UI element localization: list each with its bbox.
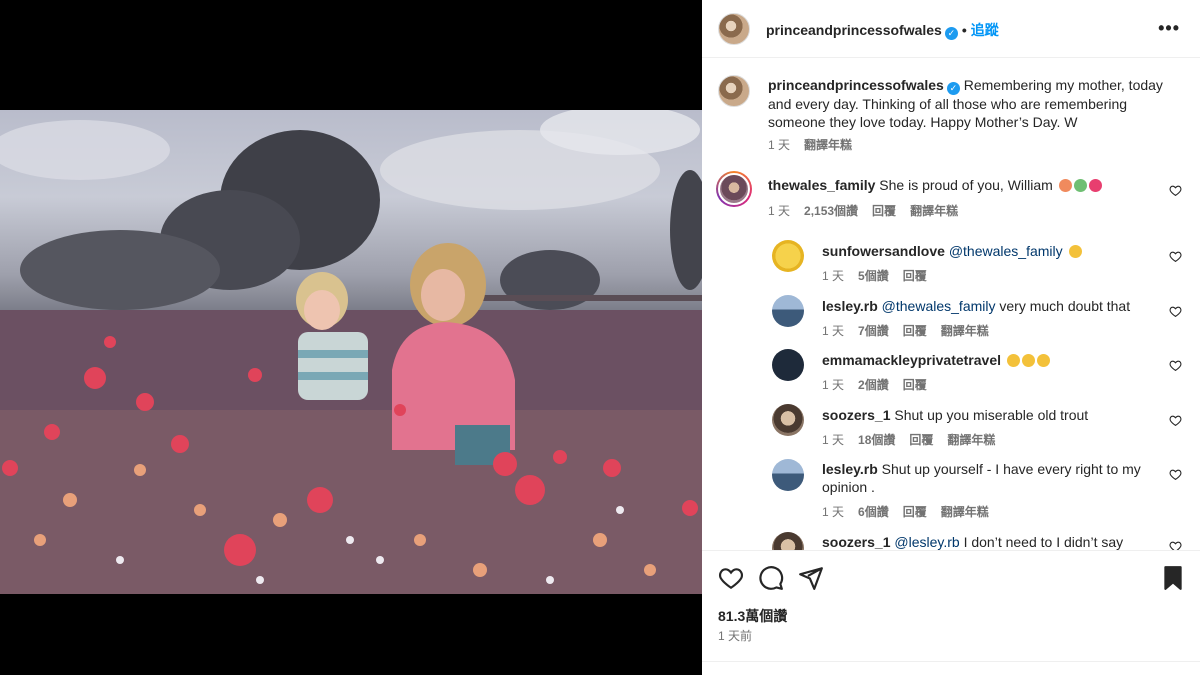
more-options-icon[interactable]: •••	[1158, 18, 1180, 39]
saved-bookmark-icon[interactable]	[1160, 565, 1186, 591]
post-timestamp[interactable]: 1 天前	[718, 627, 752, 644]
comment-item: soozers_1 @lesley.rb I don’t need to I d…	[822, 533, 1162, 550]
comment-mention[interactable]: @lesley.rb	[894, 534, 959, 550]
comment-item: sunfowersandlove @thewales_family	[822, 242, 1152, 260]
likes-count[interactable]: 81.3萬個讚	[718, 606, 787, 626]
like-comment-heart-icon[interactable]	[1169, 305, 1182, 318]
comment-avatar[interactable]	[772, 295, 804, 327]
comment-text: Shut up you miserable old trout	[894, 407, 1089, 423]
comment-username[interactable]: soozers_1	[822, 407, 890, 423]
comment-avatar[interactable]	[716, 171, 752, 207]
comment-meta: 1 天 2個讚 回覆	[822, 376, 941, 393]
comment-likes[interactable]: 7個讚	[858, 324, 889, 338]
translate-link[interactable]: 翻譯年糕	[941, 324, 989, 338]
comment-time[interactable]: 1 天	[822, 505, 844, 519]
comment-avatar[interactable]	[772, 240, 804, 272]
comment-likes[interactable]: 18個讚	[858, 433, 895, 447]
comment-item: thewales_family She is proud of you, Wil…	[768, 176, 1148, 194]
comment-time[interactable]: 1 天	[822, 378, 844, 392]
like-comment-heart-icon[interactable]	[1169, 468, 1182, 481]
comments-list[interactable]: princeandprincessofwales ✓ Remembering my…	[702, 58, 1200, 550]
emoji-icon	[1068, 245, 1082, 258]
comment-username[interactable]: lesley.rb	[822, 461, 878, 477]
comment-text: very much doubt that	[999, 298, 1131, 314]
comment-meta: 1 天 6個讚 回覆 翻譯年糕	[822, 503, 1003, 520]
caption-avatar[interactable]	[718, 75, 750, 107]
comment-item: soozers_1 Shut up you miserable old trou…	[822, 406, 1162, 424]
caption-meta: 1 天翻譯年糕	[768, 136, 866, 153]
comment-likes[interactable]: 2個讚	[858, 378, 889, 392]
comment-likes[interactable]: 2,153個讚	[804, 204, 858, 218]
comment-bubble-icon[interactable]	[758, 565, 784, 591]
comment-meta: 1 天 7個讚 回覆 翻譯年糕	[822, 322, 1003, 339]
like-heart-icon[interactable]	[718, 565, 744, 591]
comment-likes[interactable]: 6個讚	[858, 505, 889, 519]
comment-time[interactable]: 1 天	[822, 269, 844, 283]
share-paper-plane-icon[interactable]	[798, 565, 824, 591]
photo-illustration	[0, 110, 702, 594]
reply-button[interactable]: 回覆	[903, 269, 927, 283]
comment-meta: 1 天 5個讚 回覆	[822, 267, 941, 284]
author-avatar[interactable]	[718, 13, 750, 45]
comment-item: lesley.rb Shut up yourself - I have ever…	[822, 460, 1152, 496]
like-comment-heart-icon[interactable]	[1169, 359, 1182, 372]
reply-button[interactable]: 回覆	[903, 505, 927, 519]
comment-time[interactable]: 1 天	[768, 204, 790, 218]
comment-username[interactable]: soozers_1	[822, 534, 890, 550]
caption-username[interactable]: princeandprincessofwales	[768, 77, 944, 93]
comment-username[interactable]: emmamackleyprivatetravel	[822, 352, 1001, 368]
comment-text: She is proud of you, William	[879, 177, 1053, 193]
translate-link[interactable]: 翻譯年糕	[910, 204, 958, 218]
reply-button[interactable]: 回覆	[872, 204, 896, 218]
author-row: princeandprincessofwales ✓ • 追蹤	[766, 20, 999, 40]
emoji-icon	[1006, 354, 1020, 367]
comment-item: emmamackleyprivatetravel	[822, 351, 1162, 369]
post-header: princeandprincessofwales ✓ • 追蹤 •••	[702, 0, 1200, 58]
comment-mention[interactable]: @thewales_family	[882, 298, 996, 314]
emoji-icon	[1021, 354, 1035, 367]
post-media-panel	[0, 0, 702, 675]
comment-time[interactable]: 1 天	[822, 433, 844, 447]
comment-avatar[interactable]	[772, 532, 804, 550]
verified-badge-icon: ✓	[946, 82, 960, 95]
comment-meta: 1 天 2,153個讚 回覆 翻譯年糕	[768, 202, 972, 219]
caption-time[interactable]: 1 天	[768, 138, 790, 152]
reply-button[interactable]: 回覆	[909, 433, 933, 447]
comment-avatar[interactable]	[772, 459, 804, 491]
follow-button[interactable]: 追蹤	[971, 22, 999, 38]
like-comment-heart-icon[interactable]	[1169, 540, 1182, 550]
emoji-icon	[1073, 179, 1087, 192]
comment-avatar[interactable]	[772, 349, 804, 381]
post-photo[interactable]	[0, 110, 702, 594]
translate-link[interactable]: 翻譯年糕	[947, 433, 995, 447]
comment-username[interactable]: thewales_family	[768, 177, 875, 193]
comment-username[interactable]: lesley.rb	[822, 298, 878, 314]
verified-badge-icon: ✓	[944, 27, 958, 40]
comment-mention[interactable]: @thewales_family	[949, 243, 1063, 259]
author-username[interactable]: princeandprincessofwales	[766, 22, 942, 38]
like-comment-heart-icon[interactable]	[1169, 414, 1182, 427]
separator-dot: •	[961, 22, 967, 38]
add-comment-bar[interactable]	[702, 661, 1200, 675]
post-actions: 81.3萬個讚 1 天前	[702, 550, 1200, 675]
like-comment-heart-icon[interactable]	[1169, 184, 1182, 197]
reply-button[interactable]: 回覆	[903, 324, 927, 338]
emoji-icon	[1058, 179, 1072, 192]
emoji-icon	[1036, 354, 1050, 367]
comment-username[interactable]: sunfowersandlove	[822, 243, 945, 259]
comment-time[interactable]: 1 天	[822, 324, 844, 338]
comment-item: lesley.rb @thewales_family very much dou…	[822, 297, 1162, 315]
post-side-panel: princeandprincessofwales ✓ • 追蹤 ••• princea…	[702, 0, 1200, 675]
reply-button[interactable]: 回覆	[903, 378, 927, 392]
emoji-icon	[1088, 179, 1102, 192]
like-comment-heart-icon[interactable]	[1169, 250, 1182, 263]
translate-link[interactable]: 翻譯年糕	[941, 505, 989, 519]
comment-text: I don’t need to I didn’t say	[963, 534, 1124, 550]
comment-meta: 1 天 18個讚 回覆 翻譯年糕	[822, 431, 1009, 448]
comment-likes[interactable]: 5個讚	[858, 269, 889, 283]
caption-translate-link[interactable]: 翻譯年糕	[804, 138, 852, 152]
caption: princeandprincessofwales ✓ Remembering my…	[768, 76, 1168, 131]
comment-avatar[interactable]	[772, 404, 804, 436]
